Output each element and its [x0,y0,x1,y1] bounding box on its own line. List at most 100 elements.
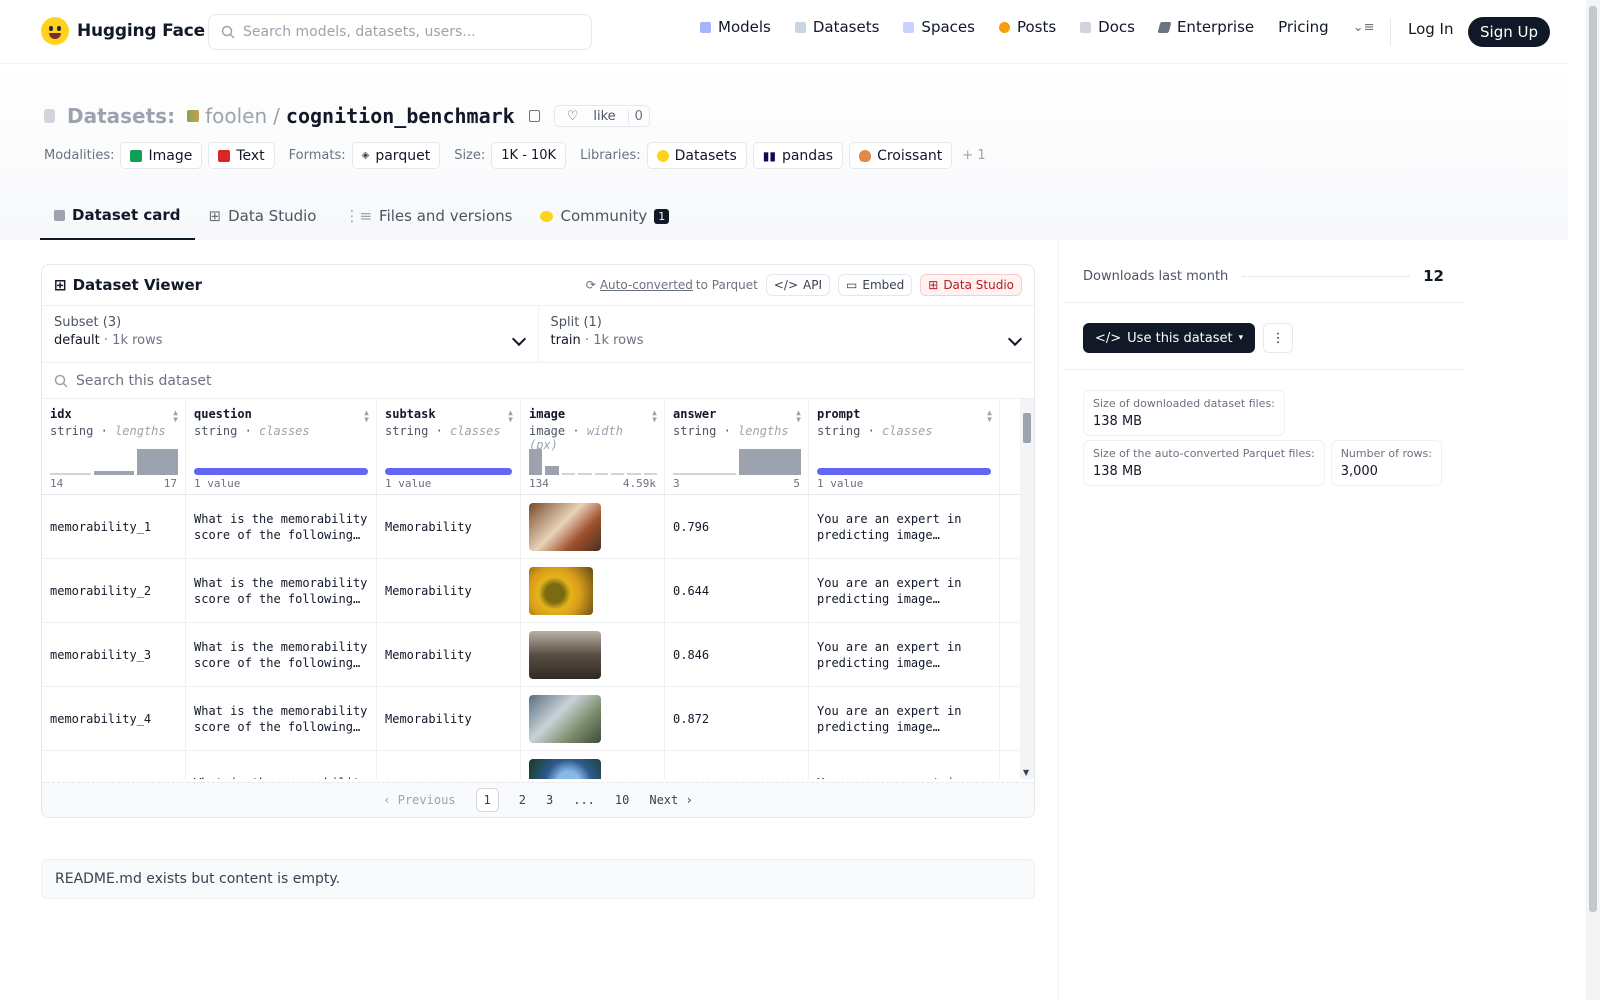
cell-idx[interactable]: memorability_4 [42,687,186,750]
histogram-bar[interactable] [137,449,178,475]
cell-question[interactable]: What is the memorability [186,751,377,779]
auto-converted-link[interactable]: Auto-converted [600,278,693,292]
tab-dataset-card[interactable]: Dataset card [40,192,195,240]
cell-question[interactable]: What is the memorability score of the fo… [186,687,377,750]
nav-docs[interactable]: Docs [1080,18,1135,36]
cell-subtask[interactable] [377,751,521,779]
cell-idx[interactable] [42,751,186,779]
histogram-bar[interactable] [673,473,736,475]
api-button[interactable]: </> API [765,274,831,296]
embed-button[interactable]: ▭ Embed [838,274,913,296]
cell-prompt[interactable]: You are an expert in predicting image… [809,687,1000,750]
sort-icon[interactable]: ▲ ▼ [364,409,369,424]
tag-croissant[interactable]: Croissant [849,142,953,169]
cell-idx[interactable]: memorability_2 [42,559,186,622]
dataset-name[interactable]: cognition_benchmark [286,104,515,128]
like-button[interactable]: ♡ like 0 [553,105,650,127]
histogram-bar[interactable] [545,465,559,475]
sort-icon[interactable]: ▲ ▼ [987,409,992,424]
nav-pricing[interactable]: Pricing [1278,18,1329,36]
histogram-bar[interactable] [50,473,91,475]
image-thumbnail[interactable] [529,758,601,779]
copy-icon[interactable] [528,110,540,122]
histogram-bar[interactable] [578,473,592,475]
more-options-button[interactable]: ⋮ [1263,323,1294,353]
image-thumbnail[interactable] [529,630,601,679]
cell-prompt[interactable]: You are an expert in predicting image… [809,623,1000,686]
image-cell[interactable] [521,687,665,750]
page-3-button[interactable]: 3 [546,793,553,807]
image-cell[interactable] [521,751,665,779]
subset-dropdown[interactable]: Subset (3) default · 1k rows [42,306,538,362]
cell-idx[interactable]: memorability_3 [42,623,186,686]
image-thumbnail[interactable] [529,566,593,615]
histogram-bar[interactable] [610,473,625,475]
page-2-button[interactable]: 2 [519,793,526,807]
histogram-bar[interactable] [529,449,543,475]
image-cell[interactable] [521,559,665,622]
class-bar[interactable] [817,468,991,475]
table-row[interactable]: memorability_2 What is the memorability s… [42,559,1034,623]
more-libraries[interactable]: + 1 [962,148,985,163]
cell-question[interactable]: What is the memorability score of the fo… [186,559,377,622]
sort-icon[interactable]: ▲ ▼ [652,409,657,424]
sort-icon[interactable]: ▲ ▼ [796,409,801,424]
table-row[interactable]: What is the memorability You are an exper… [42,751,1034,779]
sort-icon[interactable]: ▲ ▼ [508,409,513,424]
tag-text[interactable]: Text [208,142,275,169]
cell-prompt[interactable]: You are an expert in [809,751,1000,779]
nav-datasets[interactable]: Datasets [794,18,879,36]
nav-posts[interactable]: Posts [998,18,1056,36]
nav-enterprise[interactable]: Enterprise [1157,18,1254,36]
cell-prompt[interactable]: You are an expert in predicting image… [809,559,1000,622]
sort-icon[interactable]: ▲ ▼ [173,409,178,424]
cell-answer[interactable]: 0.846 [665,623,809,686]
table-scrollbar[interactable]: ▼ [1020,399,1034,779]
owner-link[interactable]: foolen [205,104,267,128]
cell-subtask[interactable]: Memorability [377,495,521,558]
tab-data-studio[interactable]: ⊞ Data Studio [195,192,331,240]
column-header-image[interactable]: image image · width (px) ▲ ▼ 134 4.59k [521,399,665,494]
column-header-question[interactable]: question string · classes ▲ ▼ 1 value [186,399,377,494]
page-scrollbar[interactable] [1586,0,1600,1000]
histogram-bar[interactable] [738,449,801,475]
brand-logo[interactable]: Hugging Face [41,17,205,45]
tag-datasets-lib[interactable]: Datasets [646,142,747,169]
column-header-prompt[interactable]: prompt string · classes ▲ ▼ 1 value [809,399,1000,494]
image-cell[interactable] [521,495,665,558]
tag-size[interactable]: 1K - 10K [491,142,567,169]
histogram-bar[interactable] [594,473,608,475]
cell-answer[interactable] [665,751,809,779]
cell-question[interactable]: What is the memorability score of the fo… [186,495,377,558]
cell-answer[interactable]: 0.872 [665,687,809,750]
previous-page-button[interactable]: ‹ Previous [383,793,455,807]
cell-question[interactable]: What is the memorability score of the fo… [186,623,377,686]
table-row[interactable]: memorability_1 What is the memorability s… [42,495,1034,559]
column-header-answer[interactable]: answer string · lengths ▲ ▼ 3 5 [665,399,809,494]
tab-files[interactable]: ⋮≡ Files and versions [330,192,526,240]
cell-answer[interactable]: 0.796 [665,495,809,558]
tag-image[interactable]: Image [120,142,203,169]
tag-parquet[interactable]: ◈ parquet [351,142,441,169]
search-input[interactable]: Search models, datasets, users... [208,14,592,50]
signup-button[interactable]: Sign Up [1468,17,1550,47]
nav-spaces[interactable]: Spaces [903,18,975,36]
split-dropdown[interactable]: Split (1) train · 1k rows [537,306,1035,362]
tab-community[interactable]: Community 1 [526,192,683,240]
next-page-button[interactable]: Next › [649,793,692,807]
login-link[interactable]: Log In [1408,20,1454,38]
histogram-bar[interactable] [93,471,135,475]
class-bar[interactable] [385,468,512,475]
data-studio-button[interactable]: ⊞ Data Studio [920,274,1022,296]
column-header-subtask[interactable]: subtask string · classes ▲ ▼ 1 value [377,399,521,494]
page-1-button[interactable]: 1 [475,788,499,812]
image-thumbnail[interactable] [529,502,601,551]
tag-pandas[interactable]: ▮▮ pandas [752,142,844,169]
class-bar[interactable] [194,468,368,475]
use-dataset-button[interactable]: </> Use this dataset ▾ [1083,323,1256,353]
cell-subtask[interactable]: Memorability [377,687,521,750]
cell-idx[interactable]: memorability_1 [42,495,186,558]
cell-prompt[interactable]: You are an expert in predicting image… [809,495,1000,558]
histogram-bar[interactable] [627,473,641,475]
histogram-bar[interactable] [561,473,576,475]
